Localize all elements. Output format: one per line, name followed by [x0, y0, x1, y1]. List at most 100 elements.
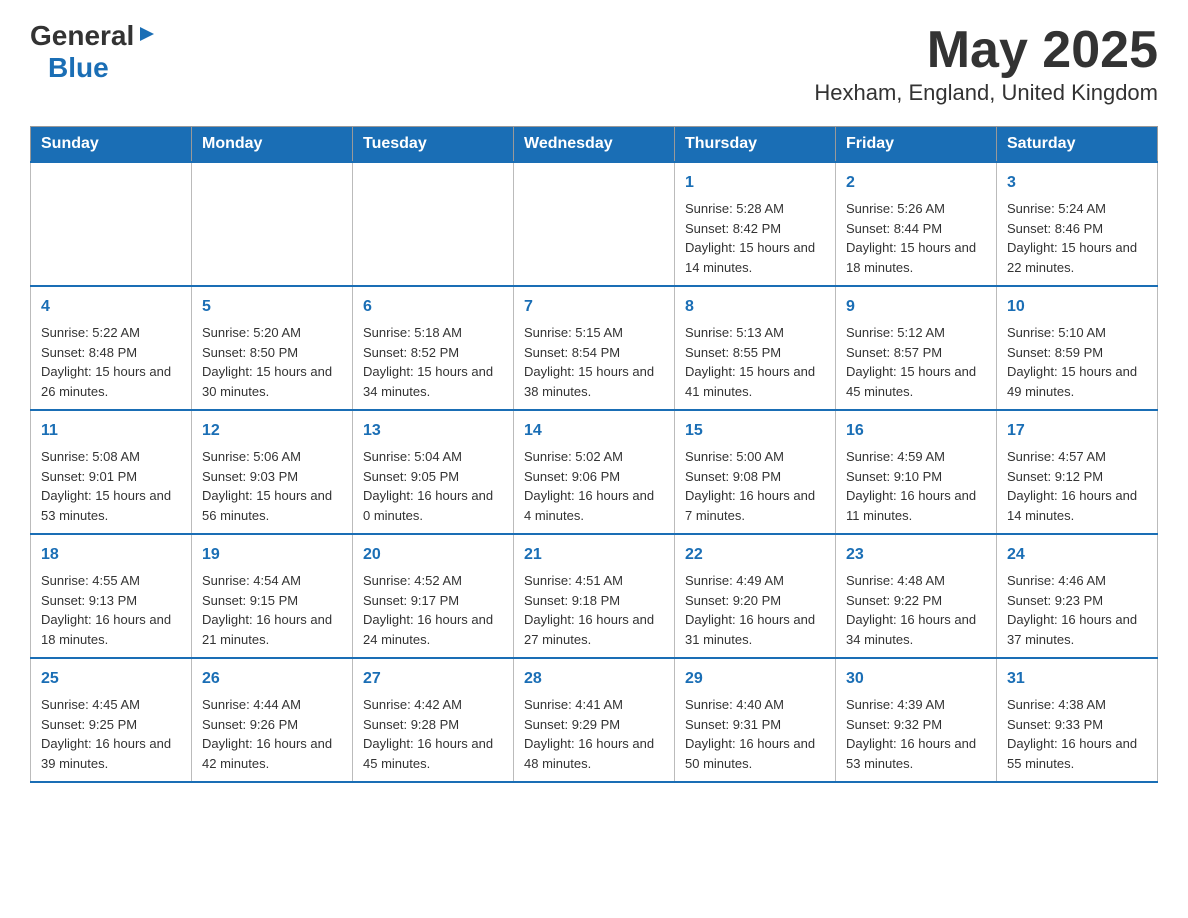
calendar-cell: 20Sunrise: 4:52 AMSunset: 9:17 PMDayligh…: [353, 534, 514, 658]
day-info: Sunrise: 4:46 AMSunset: 9:23 PMDaylight:…: [1007, 571, 1147, 649]
calendar-cell: 13 Sunrise: 5:04 AMSunset: 9:05 PMDayligh…: [353, 410, 514, 534]
calendar-cell: 11 Sunrise: 5:08 AMSunset: 9:01 PMDayligh…: [31, 410, 192, 534]
calendar-cell: 15 Sunrise: 5:00 AMSunset: 9:08 PMDayligh…: [675, 410, 836, 534]
day-info: Sunrise: 5:18 AMSunset: 8:52 PMDaylight:…: [363, 323, 503, 401]
calendar-cell: 19 Sunrise: 4:54 AMSunset: 9:15 PMDayligh…: [192, 534, 353, 658]
calendar-cell: 31 Sunrise: 4:38 AMSunset: 9:33 PMDayligh…: [997, 658, 1158, 782]
day-info: Sunrise: 5:28 AMSunset: 8:42 PMDaylight:…: [685, 199, 825, 277]
day-info: Sunrise: 5:12 AMSunset: 8:57 PMDaylight:…: [846, 323, 986, 401]
calendar-cell: [353, 162, 514, 286]
day-number: 23: [846, 543, 986, 567]
calendar-title: May 2025: [814, 20, 1158, 80]
calendar-cell: 12 Sunrise: 5:06 AMSunset: 9:03 PMDayligh…: [192, 410, 353, 534]
day-info: Sunrise: 5:13 AMSunset: 8:55 PMDaylight:…: [685, 323, 825, 401]
day-info: Sunrise: 4:48 AMSunset: 9:22 PMDaylight:…: [846, 571, 986, 649]
logo-arrow-icon: [138, 25, 156, 48]
calendar-cell: 2 Sunrise: 5:26 AMSunset: 8:44 PMDaylight…: [836, 162, 997, 286]
day-number: 21: [524, 543, 664, 567]
day-info: Sunrise: 5:08 AMSunset: 9:01 PMDaylight:…: [41, 447, 181, 525]
day-info: Sunrise: 4:38 AMSunset: 9:33 PMDaylight:…: [1007, 695, 1147, 773]
day-number: 31: [1007, 667, 1147, 691]
day-number: 26: [202, 667, 342, 691]
day-info: Sunrise: 4:49 AMSunset: 9:20 PMDaylight:…: [685, 571, 825, 649]
day-info: Sunrise: 4:40 AMSunset: 9:31 PMDaylight:…: [685, 695, 825, 773]
day-number: 14: [524, 419, 664, 443]
day-number: 27: [363, 667, 503, 691]
day-info: Sunrise: 4:54 AMSunset: 9:15 PMDaylight:…: [202, 571, 342, 649]
title-block: May 2025 Hexham, England, United Kingdom: [814, 20, 1158, 106]
weekday-header-tuesday: Tuesday: [353, 127, 514, 163]
calendar-cell: 27Sunrise: 4:42 AMSunset: 9:28 PMDayligh…: [353, 658, 514, 782]
day-number: 8: [685, 295, 825, 319]
day-info: Sunrise: 5:15 AMSunset: 8:54 PMDaylight:…: [524, 323, 664, 401]
day-number: 22: [685, 543, 825, 567]
calendar-week-5: 25Sunrise: 4:45 AMSunset: 9:25 PMDayligh…: [31, 658, 1158, 782]
weekday-header-friday: Friday: [836, 127, 997, 163]
weekday-header-sunday: Sunday: [31, 127, 192, 163]
weekday-header-monday: Monday: [192, 127, 353, 163]
calendar-cell: 22 Sunrise: 4:49 AMSunset: 9:20 PMDayligh…: [675, 534, 836, 658]
day-number: 19: [202, 543, 342, 567]
day-info: Sunrise: 5:04 AMSunset: 9:05 PMDaylight:…: [363, 447, 503, 525]
calendar-cell: 30 Sunrise: 4:39 AMSunset: 9:32 PMDayligh…: [836, 658, 997, 782]
calendar-cell: 8 Sunrise: 5:13 AMSunset: 8:55 PMDaylight…: [675, 286, 836, 410]
calendar-week-2: 4Sunrise: 5:22 AMSunset: 8:48 PMDaylight…: [31, 286, 1158, 410]
calendar-cell: 26Sunrise: 4:44 AMSunset: 9:26 PMDayligh…: [192, 658, 353, 782]
day-number: 4: [41, 295, 181, 319]
day-number: 18: [41, 543, 181, 567]
day-info: Sunrise: 5:06 AMSunset: 9:03 PMDaylight:…: [202, 447, 342, 525]
day-info: Sunrise: 5:10 AMSunset: 8:59 PMDaylight:…: [1007, 323, 1147, 401]
calendar-cell: 9Sunrise: 5:12 AMSunset: 8:57 PMDaylight…: [836, 286, 997, 410]
day-number: 13: [363, 419, 503, 443]
calendar-week-1: 1 Sunrise: 5:28 AMSunset: 8:42 PMDaylight…: [31, 162, 1158, 286]
day-number: 1: [685, 171, 825, 195]
day-number: 30: [846, 667, 986, 691]
day-info: Sunrise: 5:02 AMSunset: 9:06 PMDaylight:…: [524, 447, 664, 525]
day-info: Sunrise: 4:52 AMSunset: 9:17 PMDaylight:…: [363, 571, 503, 649]
calendar-table: SundayMondayTuesdayWednesdayThursdayFrid…: [30, 126, 1158, 783]
day-info: Sunrise: 4:59 AMSunset: 9:10 PMDaylight:…: [846, 447, 986, 525]
day-number: 5: [202, 295, 342, 319]
calendar-cell: 21 Sunrise: 4:51 AMSunset: 9:18 PMDayligh…: [514, 534, 675, 658]
page-header: General Blue May 2025 Hexham, England, U…: [30, 20, 1158, 106]
day-info: Sunrise: 5:24 AMSunset: 8:46 PMDaylight:…: [1007, 199, 1147, 277]
day-info: Sunrise: 4:41 AMSunset: 9:29 PMDaylight:…: [524, 695, 664, 773]
calendar-cell: 14 Sunrise: 5:02 AMSunset: 9:06 PMDayligh…: [514, 410, 675, 534]
calendar-cell: 5 Sunrise: 5:20 AMSunset: 8:50 PMDaylight…: [192, 286, 353, 410]
day-info: Sunrise: 4:57 AMSunset: 9:12 PMDaylight:…: [1007, 447, 1147, 525]
calendar-cell: [31, 162, 192, 286]
day-number: 15: [685, 419, 825, 443]
day-number: 2: [846, 171, 986, 195]
day-info: Sunrise: 5:20 AMSunset: 8:50 PMDaylight:…: [202, 323, 342, 401]
logo: General Blue: [30, 20, 156, 84]
calendar-cell: 1 Sunrise: 5:28 AMSunset: 8:42 PMDaylight…: [675, 162, 836, 286]
weekday-header-saturday: Saturday: [997, 127, 1158, 163]
logo-general-text: General: [30, 20, 134, 52]
day-number: 17: [1007, 419, 1147, 443]
calendar-cell: 3 Sunrise: 5:24 AMSunset: 8:46 PMDaylight…: [997, 162, 1158, 286]
day-number: 7: [524, 295, 664, 319]
day-number: 3: [1007, 171, 1147, 195]
calendar-week-4: 18 Sunrise: 4:55 AMSunset: 9:13 PMDayligh…: [31, 534, 1158, 658]
day-info: Sunrise: 4:55 AMSunset: 9:13 PMDaylight:…: [41, 571, 181, 649]
day-info: Sunrise: 5:26 AMSunset: 8:44 PMDaylight:…: [846, 199, 986, 277]
calendar-cell: 28 Sunrise: 4:41 AMSunset: 9:29 PMDayligh…: [514, 658, 675, 782]
day-number: 12: [202, 419, 342, 443]
calendar-cell: 25Sunrise: 4:45 AMSunset: 9:25 PMDayligh…: [31, 658, 192, 782]
day-info: Sunrise: 4:39 AMSunset: 9:32 PMDaylight:…: [846, 695, 986, 773]
day-info: Sunrise: 5:00 AMSunset: 9:08 PMDaylight:…: [685, 447, 825, 525]
day-number: 28: [524, 667, 664, 691]
day-info: Sunrise: 4:51 AMSunset: 9:18 PMDaylight:…: [524, 571, 664, 649]
day-number: 11: [41, 419, 181, 443]
calendar-cell: 7 Sunrise: 5:15 AMSunset: 8:54 PMDaylight…: [514, 286, 675, 410]
calendar-subtitle: Hexham, England, United Kingdom: [814, 80, 1158, 106]
calendar-cell: 16Sunrise: 4:59 AMSunset: 9:10 PMDayligh…: [836, 410, 997, 534]
weekday-header-thursday: Thursday: [675, 127, 836, 163]
day-number: 24: [1007, 543, 1147, 567]
day-number: 29: [685, 667, 825, 691]
weekday-header-wednesday: Wednesday: [514, 127, 675, 163]
calendar-week-3: 11 Sunrise: 5:08 AMSunset: 9:01 PMDayligh…: [31, 410, 1158, 534]
calendar-cell: 4Sunrise: 5:22 AMSunset: 8:48 PMDaylight…: [31, 286, 192, 410]
calendar-cell: 23 Sunrise: 4:48 AMSunset: 9:22 PMDayligh…: [836, 534, 997, 658]
calendar-cell: 18 Sunrise: 4:55 AMSunset: 9:13 PMDayligh…: [31, 534, 192, 658]
